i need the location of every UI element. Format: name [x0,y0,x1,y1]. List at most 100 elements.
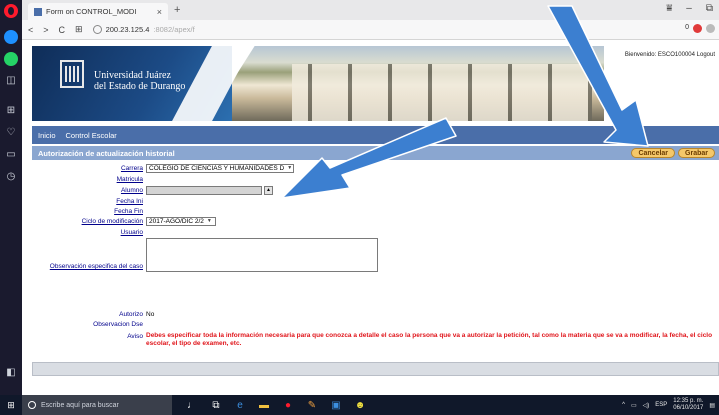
clock[interactable]: 12:35 p. m. 06/10/2017 [673,398,703,412]
windows-icon[interactable]: ⊞ [0,395,22,415]
task-view-icon[interactable]: ⧉ [210,399,222,411]
url-path: :8082/apex/f [153,25,195,34]
camera-icon[interactable]: ◫ [4,74,18,88]
autorizo-value: No [146,311,155,318]
site-info-icon[interactable] [92,25,102,34]
taskbar-apps: ♩ ⧉ e ▬ ● ✎ ▣ ☻ [186,399,366,411]
back-button[interactable]: < [28,25,33,35]
window-controls: ⩸ – ⧉ [666,3,713,14]
speed-dial-button[interactable]: ⊞ [75,24,83,35]
edge-icon[interactable]: e [234,399,246,411]
page-footer-bar [32,362,719,376]
observacion-textarea[interactable] [146,238,378,272]
restore-button[interactable]: ⧉ [706,3,713,14]
logout-link[interactable]: Logout [697,52,715,58]
taskbar-search-placeholder: Escribe aquí para buscar [41,401,119,409]
aviso-label: Aviso [127,333,143,340]
pen-app-icon[interactable]: ✎ [306,399,318,411]
ciclo-value: 2017-AGO/DIC 2/2 [149,218,204,225]
aviso-text: Debes especificar toda la información ne… [146,332,713,347]
volume-icon[interactable]: ◁) [643,402,650,409]
banner-photo-columns [292,64,592,121]
tray-chevron-icon[interactable]: ^ [622,402,625,408]
window-icon[interactable]: ▭ [4,148,18,162]
clock-date: 06/10/2017 [673,405,704,411]
chevron-down-icon: ▼ [206,218,212,224]
form-actions: Cancelar Grabar [631,148,715,158]
cancel-button[interactable]: Cancelar [631,148,676,158]
carrera-select[interactable]: COLEGIO DE CIENCIAS Y HUMANIDADES D ▼ [146,164,294,173]
save-button[interactable]: Grabar [678,148,715,158]
opera-icon[interactable] [4,4,18,18]
tab-menu-icon[interactable]: ⩸ [666,3,672,14]
aviso-row: Aviso Debes especificar toda la informac… [32,332,719,347]
language-indicator[interactable]: ESP [655,402,667,408]
form-header: Autorización de actualización historial … [32,146,719,160]
university-banner: Universidad Juárez del Estado de Durango [32,46,604,121]
clock-time: 12:35 p. m. [673,398,704,404]
fecha-fin-label: Fecha Fin [114,208,143,215]
page-favicon-icon [34,7,42,16]
alumno-lookup-button[interactable]: ▲ [264,186,273,195]
ciclo-select[interactable]: 2017-AGO/DIC 2/2 ▼ [146,217,216,226]
microphone-icon[interactable]: ♩ [186,399,198,411]
university-name-line2: del Estado de Durango [94,81,186,92]
notifications-icon[interactable]: ▤ [709,402,715,409]
matricula-label: Matricula [116,176,143,183]
file-explorer-icon[interactable]: ▬ [258,399,270,411]
university-name-line1: Universidad Juárez [94,70,171,81]
alumno-field[interactable] [146,186,262,195]
browser-sidebar: ◫ ⊞ ♡ ▭ ◷ ◧ [0,0,22,395]
heart-icon[interactable]: ♡ [4,126,18,140]
carrera-label: Carrera [120,165,143,172]
tab-bar: Form on CONTROL_MODI × + ⩸ – ⧉ [22,0,719,20]
welcome-user: Bienvenido: ESCO100004 [624,52,695,58]
university-name: Universidad Juárez del Estado de Durango [94,70,185,92]
form-title: Autorización de actualización historial [38,148,175,158]
browser-tab[interactable]: Form on CONTROL_MODI × [28,3,168,20]
matricula-row: Matricula [32,175,719,185]
authorization-form: Carrera COLEGIO DE CIENCIAS Y HUMANIDADE… [32,160,719,378]
nav-control-escolar[interactable]: Control Escolar [66,131,117,140]
clock-icon[interactable]: ◷ [4,170,18,184]
new-tab-button[interactable]: + [174,4,180,16]
welcome-text: Bienvenido: ESCO100004 Logout [625,52,715,58]
opera-taskbar-icon[interactable]: ● [282,399,294,411]
zero-badge: 0 [685,24,689,31]
reload-button[interactable]: C [59,25,66,35]
observacion-dse-label: Observacion Dse [93,321,143,328]
ciclo-label: Ciclo de modificación [81,218,143,225]
adblock-icon[interactable] [693,24,702,33]
sidebar-toggle-icon[interactable]: ◧ [4,366,18,380]
tab-close-icon[interactable]: × [157,7,162,17]
alumno-row: Alumno ▲ [32,186,719,196]
carrera-value: COLEGIO DE CIENCIAS Y HUMANIDADES D [149,165,285,172]
nav-inicio[interactable]: Inicio [38,131,56,140]
ciclo-row: Ciclo de modificación 2017-AGO/DIC 2/2 ▼ [32,217,719,227]
network-icon[interactable]: ▭ [631,402,637,409]
extension-icon[interactable] [706,24,715,33]
messenger-icon[interactable] [4,30,18,44]
observacion-label: Observación especifica del caso [49,263,143,270]
minimize-button[interactable]: – [686,3,692,14]
windows-taskbar: ⊞ Escribe aquí para buscar ♩ ⧉ e ▬ ● ✎ ▣… [0,395,719,415]
autorizo-row: Autorizo No [32,310,719,320]
taskbar-search[interactable]: Escribe aquí para buscar [22,395,172,415]
usuario-label: Usuario [120,229,143,236]
address-bar-extensions: 0 [685,24,715,33]
autorizo-label: Autorizo [119,311,143,318]
search-icon [28,401,36,409]
people-icon[interactable]: ☻ [354,399,366,411]
forward-button[interactable]: > [43,25,48,35]
observacion-dse-row: Observacion Dse [32,320,719,330]
main-nav: Inicio Control Escolar [32,126,719,144]
whatsapp-icon[interactable] [4,52,18,66]
url-host: 200.23.125.4 [105,25,150,34]
grid-icon[interactable]: ⊞ [4,104,18,118]
photos-icon[interactable]: ▣ [330,399,342,411]
web-page: Universidad Juárez del Estado de Durango… [22,40,719,383]
carrera-row: Carrera COLEGIO DE CIENCIAS Y HUMANIDADE… [32,164,719,174]
fecha-fin-row: Fecha Fin [32,207,719,217]
alumno-label: Alumno [120,187,143,194]
url-field[interactable]: 200.23.125.4:8082/apex/f [92,25,195,34]
